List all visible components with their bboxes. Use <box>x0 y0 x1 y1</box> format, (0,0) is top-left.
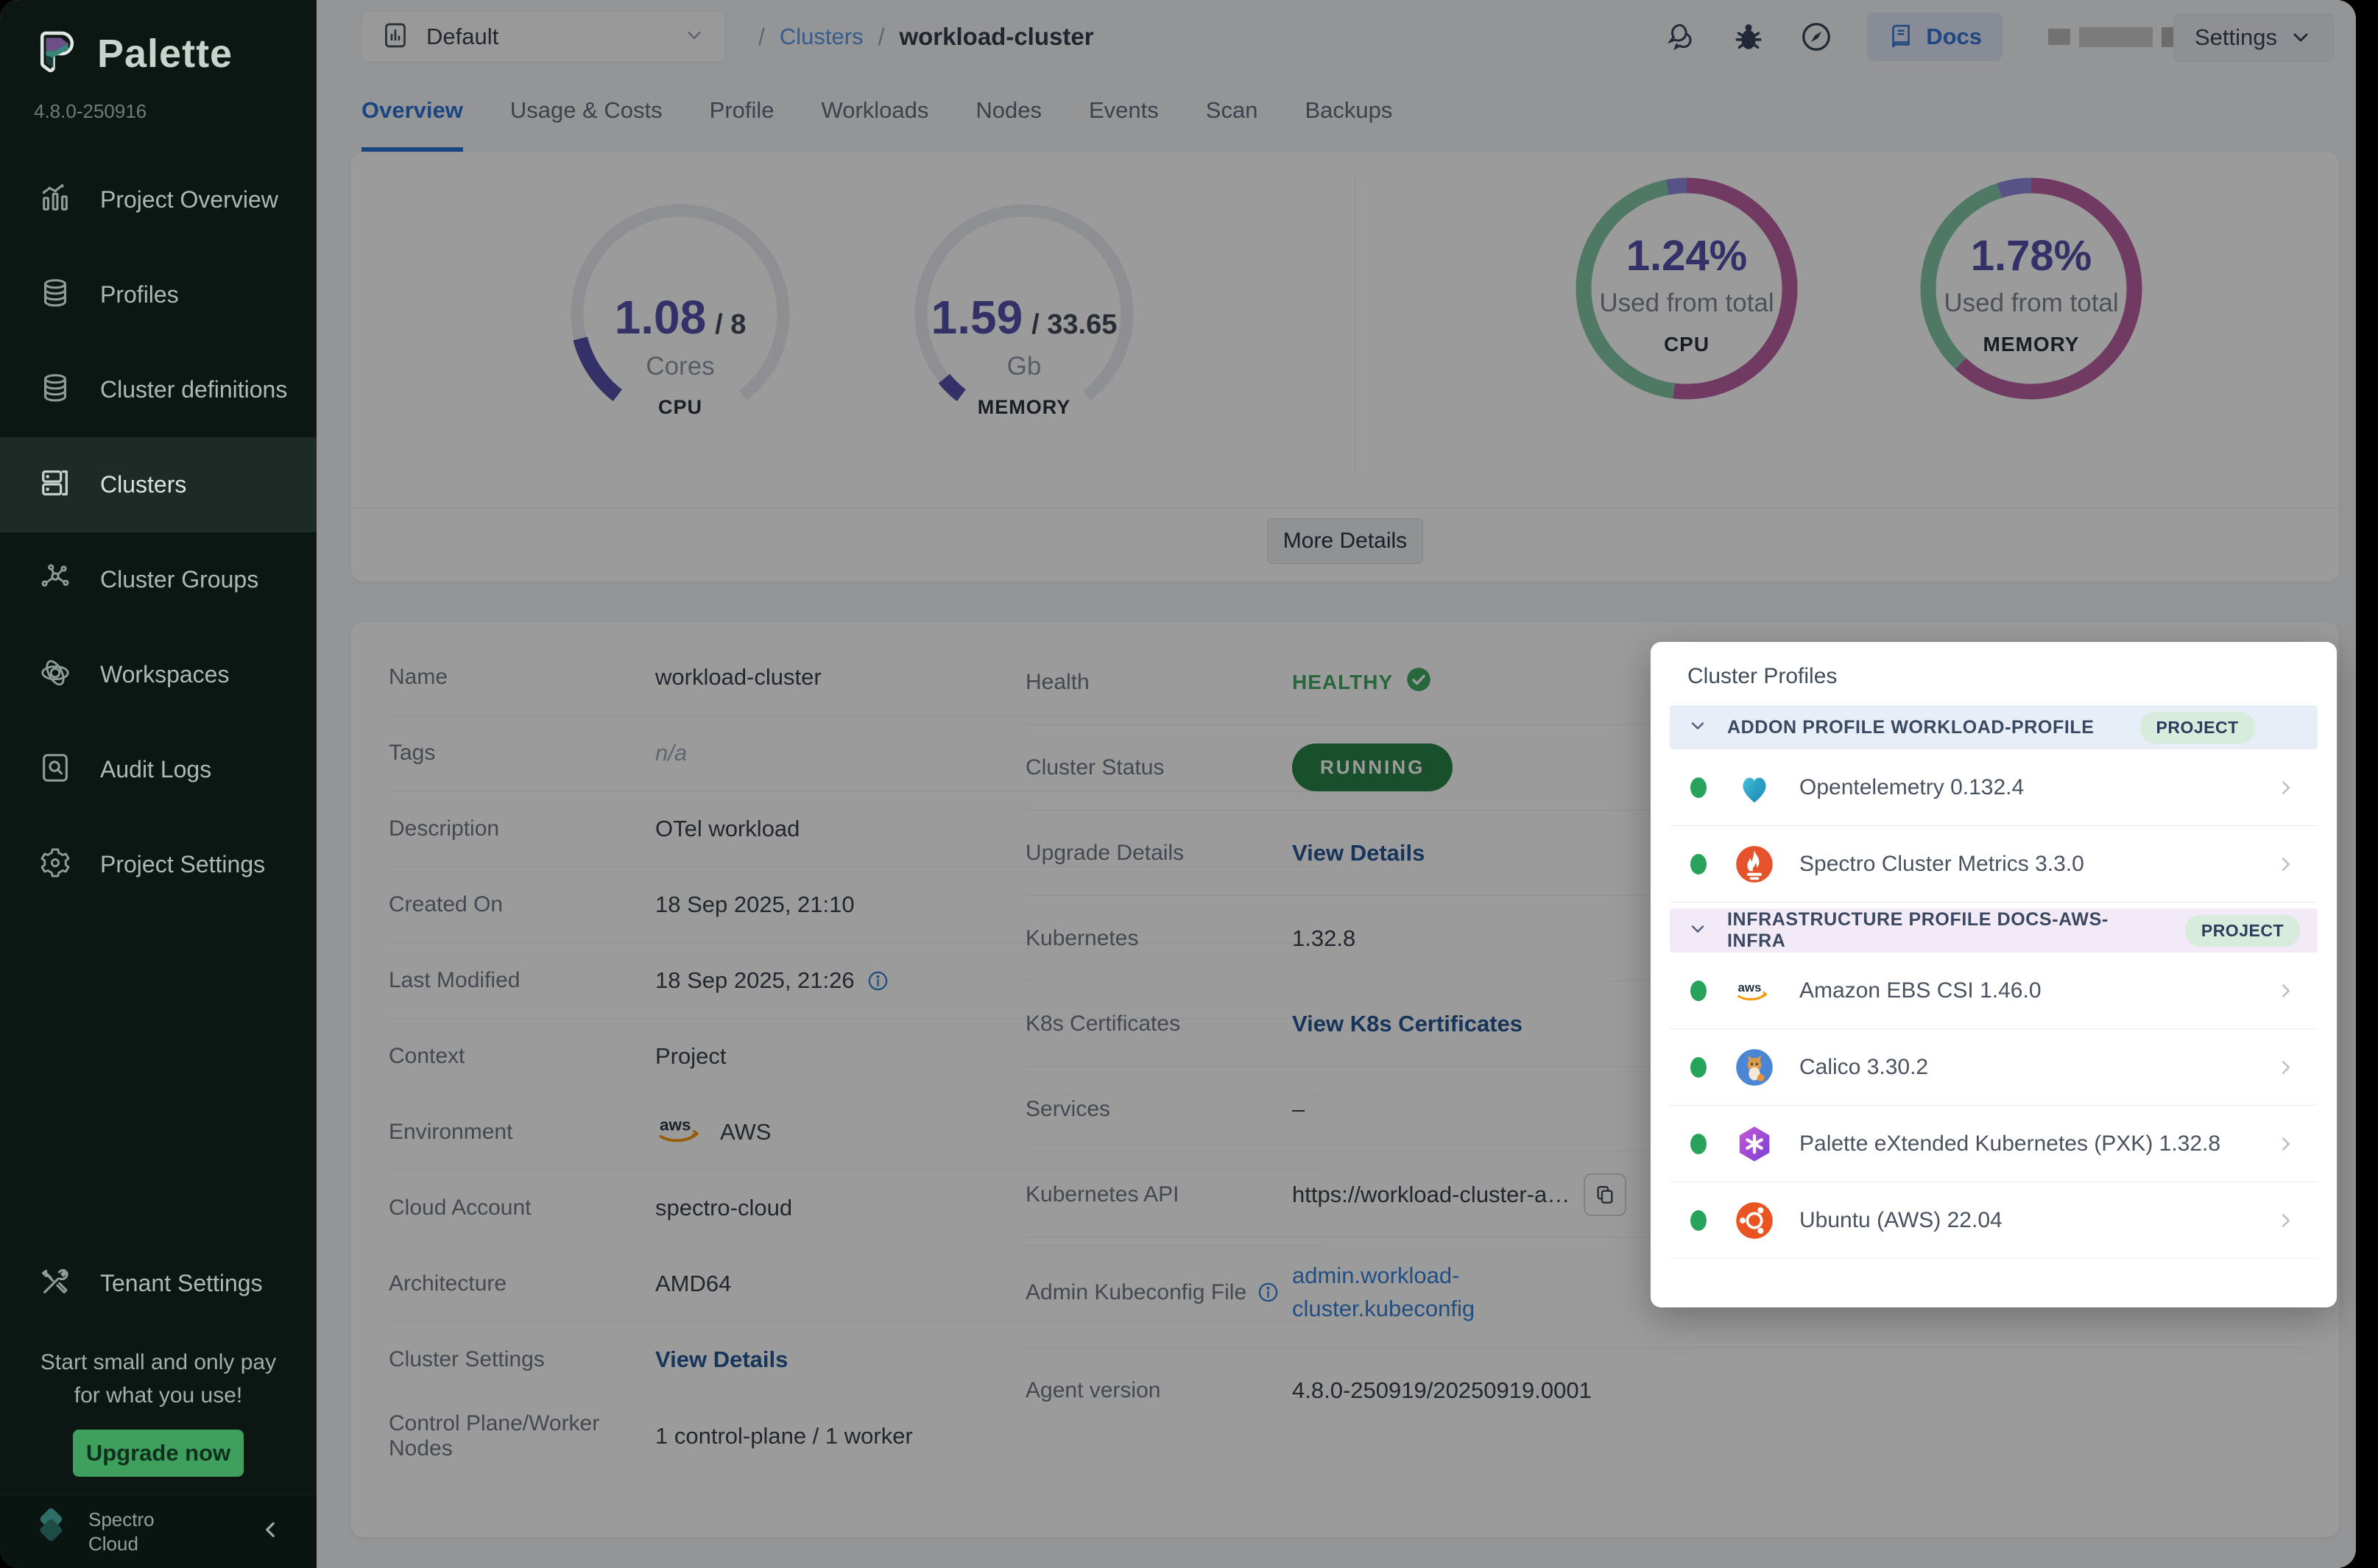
profile-layer-name: Palette eXtended Kubernetes (PXK) 1.32.8 <box>1799 1131 2220 1156</box>
profile-layer-spectro-cluster-metrics-3-3-0[interactable]: Spectro Cluster Metrics 3.3.0 <box>1670 826 2318 903</box>
sidebar-item-label: Cluster Groups <box>100 566 258 593</box>
cluster-profiles-panel: Cluster Profiles ADDON PROFILE WORKLOAD-… <box>1651 642 2337 1307</box>
aws-icon: aws <box>1735 971 1774 1011</box>
brand: Palette <box>0 0 317 78</box>
sidebar-item-label: Project Overview <box>100 186 278 213</box>
status-dot-icon <box>1690 777 1707 798</box>
prometheus-icon <box>1735 844 1774 884</box>
orbit-icon <box>38 656 72 693</box>
tools-icon <box>38 1265 72 1302</box>
gear-icon <box>38 846 72 883</box>
servers-icon <box>38 466 72 504</box>
brand-name: Palette <box>97 31 233 77</box>
project-scope-badge: PROJECT <box>2185 915 2300 947</box>
collapse-sidebar-button[interactable] <box>258 1517 283 1546</box>
sidebar-item-clusters[interactable]: Clusters <box>0 437 317 532</box>
sidebar-item-label: Workspaces <box>100 661 229 688</box>
profile-section-addon-profile-workload-profile[interactable]: ADDON PROFILE WORKLOAD-PROFILE PROJECT <box>1670 705 2318 749</box>
status-dot-icon <box>1690 854 1707 875</box>
sidebar-item-tenant-settings[interactable]: Tenant Settings <box>0 1236 317 1331</box>
status-dot-icon <box>1690 1057 1707 1078</box>
profile-layer-name: Ubuntu (AWS) 22.04 <box>1799 1208 2003 1233</box>
calico-icon <box>1735 1048 1774 1087</box>
profile-layer-palette-extended-kubernetes-pxk-1-32-8[interactable]: Palette eXtended Kubernetes (PXK) 1.32.8 <box>1670 1106 2318 1182</box>
stack-icon <box>38 371 72 409</box>
svg-text:aws: aws <box>1738 981 1762 995</box>
chevron-right-icon <box>2275 1056 2297 1078</box>
profile-layer-calico-3-30-2[interactable]: Calico 3.30.2 <box>1670 1029 2318 1106</box>
sidebar-item-label: Audit Logs <box>100 756 211 783</box>
status-dot-icon <box>1690 1210 1707 1231</box>
upgrade-now-button[interactable]: Upgrade now <box>73 1430 244 1477</box>
panel-title: Cluster Profiles <box>1651 642 2337 689</box>
profile-section-title: ADDON PROFILE WORKLOAD-PROFILE <box>1727 717 2095 738</box>
sidebar-item-label: Cluster definitions <box>100 376 287 403</box>
chevron-down-icon <box>1687 716 1708 740</box>
sidebar-item-cluster-definitions[interactable]: Cluster definitions <box>0 342 317 437</box>
status-dot-icon <box>1690 1134 1707 1154</box>
app-version: 4.8.0-250916 <box>0 78 317 123</box>
chart-bars-icon <box>38 181 72 219</box>
sidebar-item-label: Profiles <box>100 281 179 308</box>
pxk-icon <box>1735 1124 1774 1164</box>
profile-layer-name: Calico 3.30.2 <box>1799 1055 1928 1080</box>
sidebar-item-workspaces[interactable]: Workspaces <box>0 627 317 722</box>
sidebar-item-label: Project Settings <box>100 851 265 878</box>
profile-layer-name: Spectro Cluster Metrics 3.3.0 <box>1799 852 2084 877</box>
upgrade-promo-text: Start small and only pay for what you us… <box>0 1346 317 1412</box>
sidebar-item-label: Clusters <box>100 471 186 498</box>
sidebar-item-cluster-groups[interactable]: Cluster Groups <box>0 532 317 627</box>
profile-layer-name: Opentelemetry 0.132.4 <box>1799 775 2024 800</box>
audit-icon <box>38 751 72 788</box>
status-dot-icon <box>1690 981 1707 1001</box>
stack-icon <box>38 276 72 314</box>
opentelemetry-icon <box>1735 768 1774 808</box>
sidebar-nav: Project Overview Profiles Cluster definiti… <box>0 152 317 912</box>
sidebar-item-project-settings[interactable]: Project Settings <box>0 817 317 912</box>
sidebar-item-project-overview[interactable]: Project Overview <box>0 152 317 247</box>
profile-layer-name: Amazon EBS CSI 1.46.0 <box>1799 978 2042 1003</box>
ubuntu-icon <box>1735 1201 1774 1240</box>
chevron-down-icon <box>1687 919 1708 943</box>
sidebar-item-profiles[interactable]: Profiles <box>0 247 317 342</box>
sidebar-footer: Spectro Cloud <box>0 1494 317 1568</box>
profile-section-infrastructure-profile-docs-aws-infra[interactable]: INFRASTRUCTURE PROFILE DOCS-AWS-INFRA PRO… <box>1670 908 2318 953</box>
chevron-right-icon <box>2275 1133 2297 1155</box>
sidebar-item-label: Tenant Settings <box>100 1270 263 1297</box>
palette-logo-icon <box>32 29 78 78</box>
spectro-cloud-logo-icon <box>29 1508 74 1555</box>
chevron-right-icon <box>2275 1209 2297 1232</box>
profile-layer-opentelemetry-0-132-4[interactable]: Opentelemetry 0.132.4 <box>1670 749 2318 826</box>
profile-layer-amazon-ebs-csi-1-46-0[interactable]: aws Amazon EBS CSI 1.46.0 <box>1670 953 2318 1029</box>
footer-brand: Spectro Cloud <box>88 1508 155 1555</box>
sidebar: Palette 4.8.0-250916 Project OverviewPro… <box>0 0 317 1568</box>
app-window: Palette 4.8.0-250916 Project OverviewPro… <box>0 0 2356 1568</box>
project-scope-badge: PROJECT <box>2140 712 2255 744</box>
sidebar-item-audit-logs[interactable]: Audit Logs <box>0 722 317 817</box>
profile-layer-ubuntu-aws-22-04[interactable]: Ubuntu (AWS) 22.04 <box>1670 1182 2318 1259</box>
network-icon <box>38 561 72 598</box>
chevron-right-icon <box>2275 980 2297 1002</box>
chevron-right-icon <box>2275 777 2297 799</box>
chevron-right-icon <box>2275 853 2297 875</box>
profile-section-title: INFRASTRUCTURE PROFILE DOCS-AWS-INFRA <box>1727 909 2139 952</box>
